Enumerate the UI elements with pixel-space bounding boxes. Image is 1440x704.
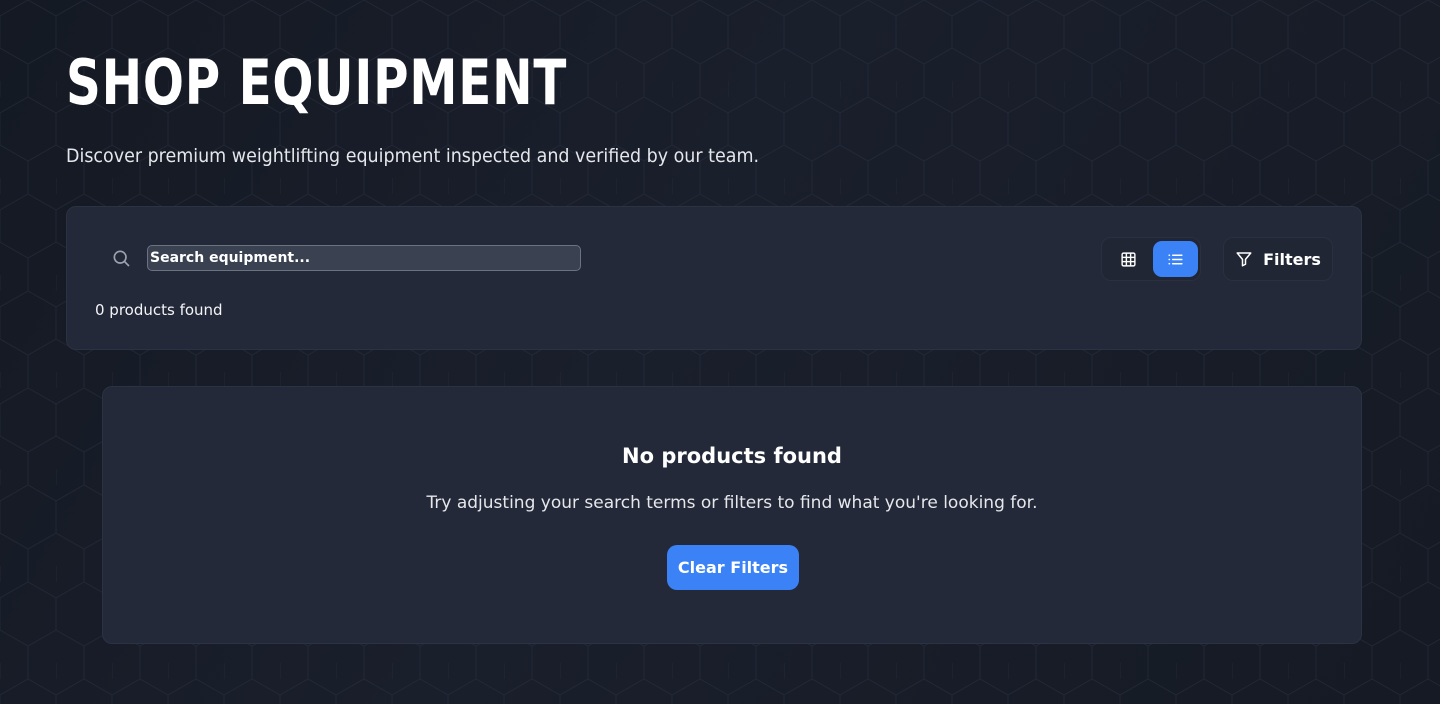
products-count: 0 products found — [95, 301, 223, 319]
list-icon — [1168, 254, 1183, 264]
clear-filters-button[interactable]: Clear Filters — [667, 545, 799, 590]
page-title: SHOP EQUIPMENT — [66, 46, 568, 119]
empty-state-panel: No products found Try adjusting your sea… — [102, 386, 1362, 644]
grid-view-button[interactable] — [1106, 241, 1151, 277]
search-input[interactable] — [147, 245, 581, 271]
empty-state-title: No products found — [622, 444, 842, 468]
grid-icon — [1121, 251, 1136, 267]
view-toggle — [1101, 237, 1201, 281]
search-toolbar-panel: 0 products found — [66, 206, 1362, 350]
page-subtitle: Discover premium weightlifting equipment… — [66, 145, 760, 167]
filters-label: Filters — [1263, 249, 1321, 269]
filter-icon — [1236, 252, 1252, 267]
search-icon — [113, 250, 130, 267]
list-view-button[interactable] — [1153, 241, 1198, 277]
filters-button[interactable]: Filters — [1223, 237, 1333, 281]
search-bar — [111, 244, 581, 272]
empty-state-message: Try adjusting your search terms or filte… — [426, 493, 1038, 513]
